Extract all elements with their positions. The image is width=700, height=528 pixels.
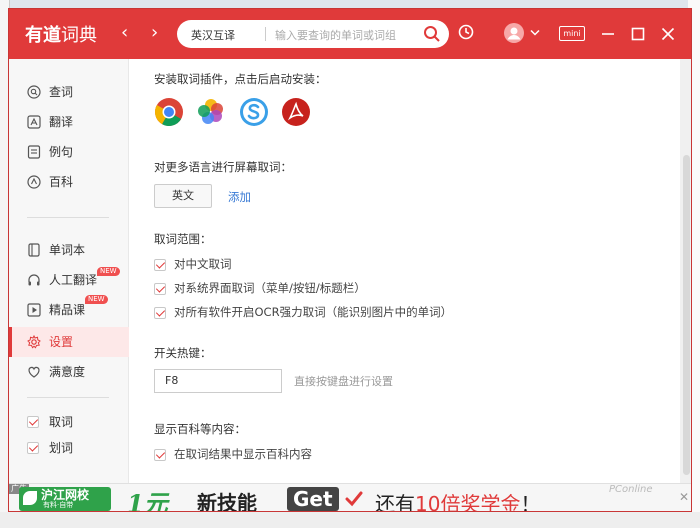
title-bar: 有道词典 ‹ › 英汉互译 输入要查询的单词或词组 mini (9, 9, 691, 59)
scope-option-chinese[interactable]: 对中文取词 (154, 256, 232, 272)
plugins-label: 安装取词插件，点击后启动安装： (154, 72, 327, 86)
background-strip-bottom (0, 512, 700, 528)
sidebar-toggle-select[interactable]: 划词 (9, 433, 129, 463)
scope-option-label: 对系统界面取词（菜单/按钮/标题栏） (174, 281, 366, 295)
checkmark-icon (345, 491, 363, 507)
lookup-icon (27, 85, 41, 99)
scope-option-ocr[interactable]: 对所有软件开启OCR强力取词（能识别图片中的单词） (154, 304, 452, 320)
youdao-dict-window: 有道词典 ‹ › 英汉互译 输入要查询的单词或词组 mini 查词 翻译 例句 (8, 8, 692, 512)
leaf-icon (23, 491, 37, 505)
sidebar-item-label: 满意度 (49, 365, 86, 379)
sidebar-divider (27, 217, 109, 218)
sidebar-item-examples[interactable]: 例句 (9, 137, 129, 167)
scope-label: 取词范围： (154, 232, 212, 246)
sidebar-item-label: 百科 (49, 175, 74, 189)
scrollbar-thumb[interactable] (683, 155, 690, 475)
app-logo: 有道词典 (25, 25, 97, 46)
scope-checkbox[interactable] (154, 282, 166, 295)
forward-button[interactable]: › (151, 23, 158, 43)
scope-option-system-ui[interactable]: 对系统界面取词（菜单/按钮/标题栏） (154, 280, 366, 296)
select-checkbox[interactable] (27, 442, 39, 454)
ad-brand-sub: 有料·自带 (43, 501, 74, 509)
language-selector[interactable]: 英汉互译 (191, 27, 235, 43)
history-icon[interactable] (457, 23, 475, 41)
ad-headline: 新技能 (197, 491, 257, 512)
sidebar-item-human-translation[interactable]: 人工翻译 NEW (9, 265, 129, 295)
scope-checkbox[interactable] (154, 258, 166, 271)
sidebar-item-translate[interactable]: 翻译 (9, 107, 129, 137)
courses-icon (27, 303, 41, 317)
search-divider (265, 27, 266, 41)
ad-brand-logo: 沪江网校 有料·自带 (19, 487, 111, 511)
ad-tagline: 还有10倍奖学金！ (375, 488, 541, 512)
sidebar-item-wordbook[interactable]: 单词本 (9, 235, 129, 265)
minimize-icon[interactable] (601, 27, 615, 41)
search-box[interactable]: 英汉互译 输入要查询的单词或词组 (177, 20, 449, 48)
encyclopedia-icon (27, 175, 41, 189)
hotkey-hint: 直接按键盘进行设置 (294, 375, 393, 388)
translate-icon (27, 115, 41, 129)
sidebar-toggle-label: 取词 (49, 415, 74, 429)
ad-tagline-b: 10倍奖学金 (415, 492, 521, 512)
hotkey-label: 开关热键： (154, 346, 212, 360)
wordbook-icon (28, 243, 40, 257)
ad-get-badge: Get (287, 487, 339, 511)
maximize-icon[interactable] (631, 27, 645, 41)
chrome-icon[interactable] (154, 97, 184, 127)
sidebar-toggle-label: 划词 (49, 441, 74, 455)
ad-price: 1元 (127, 489, 168, 512)
photos-icon[interactable] (196, 97, 226, 127)
baike-checkbox[interactable] (154, 448, 166, 461)
add-language-link[interactable]: 添加 (228, 189, 251, 205)
ad-brand-name: 沪江网校 (41, 488, 90, 502)
baike-option[interactable]: 在取词结果中显示百科内容 (154, 446, 312, 462)
ad-tagline-a: 还有 (375, 492, 415, 512)
sidebar-item-lookup[interactable]: 查词 (9, 77, 129, 107)
scope-option-label: 对中文取词 (174, 257, 232, 271)
new-badge: NEW (97, 267, 120, 276)
hotkey-input[interactable]: F8 (154, 369, 282, 393)
sidebar-item-label: 翻译 (49, 115, 74, 129)
heart-icon (28, 366, 40, 378)
scope-option-label: 对所有软件开启OCR强力取词（能识别图片中的单词） (174, 305, 453, 319)
avatar-icon[interactable] (503, 22, 525, 44)
sidebar-item-satisfaction[interactable]: 满意度 (9, 357, 129, 387)
scope-checkbox[interactable] (154, 306, 166, 319)
sidebar-item-label: 设置 (49, 335, 74, 349)
sidebar-item-label: 单词本 (49, 243, 86, 257)
sidebar-item-label: 查词 (49, 85, 74, 99)
headset-icon (28, 274, 40, 286)
new-badge: NEW (85, 295, 108, 304)
sidebar-item-settings[interactable]: 设置 (9, 327, 129, 357)
vertical-scrollbar[interactable] (680, 59, 691, 483)
back-button[interactable]: ‹ (121, 23, 128, 43)
sidebar-item-label: 例句 (49, 145, 74, 159)
chevron-down-icon[interactable] (530, 29, 540, 37)
sogou-browser-icon[interactable] (239, 97, 269, 127)
capture-checkbox[interactable] (27, 416, 39, 428)
acrobat-icon[interactable] (281, 97, 311, 127)
ad-close-icon[interactable]: ✕ (679, 490, 689, 504)
sidebar-item-label: 人工翻译 (49, 273, 98, 287)
search-icon[interactable] (423, 25, 441, 43)
background-strip-top (0, 0, 700, 8)
settings-panel: 安装取词插件，点击后启动安装： 对更多语言进行屏幕取词： 英文 添加 取词范围：… (130, 59, 680, 483)
baike-option-label: 在取词结果中显示百科内容 (174, 447, 312, 461)
sidebar-item-courses[interactable]: 精品课 NEW (9, 295, 129, 325)
gear-icon (27, 335, 41, 349)
sidebar-divider (27, 397, 109, 398)
mini-mode-button[interactable]: mini (559, 26, 585, 41)
ad-banner[interactable]: 广告 沪江网校有料·自带 1元 新技能 Get 还有10倍奖学金！ PConli… (9, 483, 691, 512)
sidebar-item-label: 精品课 (49, 303, 86, 317)
sidebar-item-encyclopedia[interactable]: 百科 (9, 167, 129, 197)
search-input[interactable]: 输入要查询的单词或词组 (275, 27, 396, 43)
baike-label: 显示百科等内容： (154, 422, 246, 436)
examples-icon (27, 145, 41, 159)
close-icon[interactable] (661, 27, 675, 41)
watermark: PConline (609, 484, 653, 495)
sidebar: 查词 翻译 例句 百科 单词本 人工翻译 NEW 精品课 NEW 设置 满意度 … (9, 59, 129, 483)
language-english-button[interactable]: 英文 (154, 184, 212, 208)
multilang-label: 对更多语言进行屏幕取词： (154, 160, 292, 174)
ad-tagline-c: ！ (520, 492, 541, 512)
